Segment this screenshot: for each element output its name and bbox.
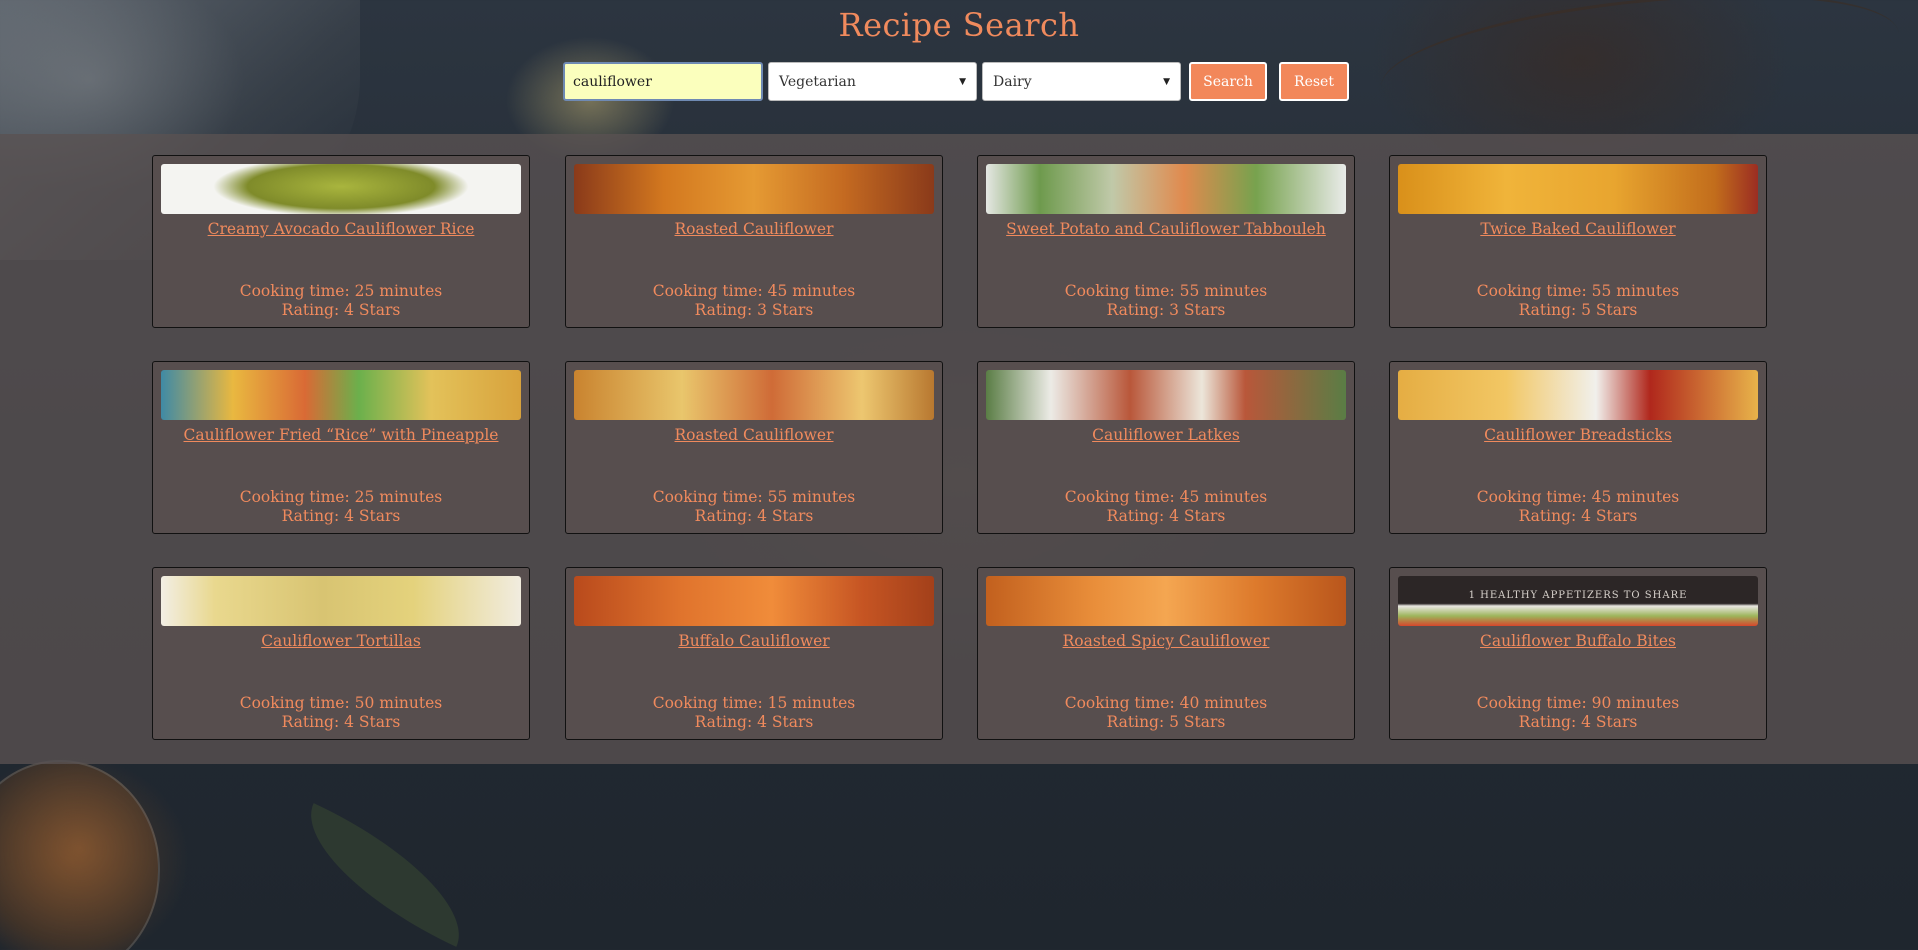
- recipe-meta: Cooking time: 45 minutes Rating: 3 Stars: [566, 282, 942, 320]
- page-title: Recipe Search: [838, 6, 1080, 44]
- recipe-meta: Cooking time: 45 minutes Rating: 4 Stars: [1390, 488, 1766, 526]
- rating: Rating: 4 Stars: [281, 507, 401, 525]
- cooking-time: Cooking time: 90 minutes: [1476, 694, 1680, 712]
- recipe-image[interactable]: [161, 164, 521, 214]
- rating: Rating: 4 Stars: [1518, 507, 1638, 525]
- recipe-meta: Cooking time: 90 minutes Rating: 4 Stars: [1390, 694, 1766, 732]
- recipe-image[interactable]: [986, 370, 1346, 420]
- rating: Rating: 4 Stars: [1518, 713, 1638, 731]
- search-bar: cauliflower Vegetarian ▼ Dairy ▼ Search …: [563, 62, 1349, 101]
- recipe-card: Cauliflower Tortillas Cooking time: 50 m…: [152, 567, 530, 740]
- recipe-meta: Cooking time: 15 minutes Rating: 4 Stars: [566, 694, 942, 732]
- cooking-time: Cooking time: 55 minutes: [1064, 282, 1268, 300]
- recipe-card: Sweet Potato and Cauliflower Tabbouleh C…: [977, 155, 1355, 328]
- rating: Rating: 4 Stars: [281, 713, 401, 731]
- recipe-title-link[interactable]: Cauliflower Tortillas: [157, 632, 525, 650]
- recipe-image[interactable]: [574, 370, 934, 420]
- recipe-image[interactable]: [574, 164, 934, 214]
- recipe-meta: Cooking time: 55 minutes Rating: 4 Stars: [566, 488, 942, 526]
- background-leaf: [284, 803, 486, 947]
- recipe-image[interactable]: [986, 164, 1346, 214]
- recipe-title-link[interactable]: Roasted Cauliflower: [570, 426, 938, 444]
- intolerance-select-value: Dairy: [993, 73, 1032, 90]
- recipe-title-link[interactable]: Buffalo Cauliflower: [570, 632, 938, 650]
- chevron-down-icon: ▼: [1163, 76, 1170, 87]
- recipe-image[interactable]: [986, 576, 1346, 626]
- recipe-title-link[interactable]: Cauliflower Buffalo Bites: [1394, 632, 1762, 650]
- recipe-card: Buffalo Cauliflower Cooking time: 15 min…: [565, 567, 943, 740]
- diet-select-value: Vegetarian: [779, 73, 856, 90]
- recipe-image[interactable]: 1 HEALTHY APPETIZERS TO SHARE: [1398, 576, 1758, 626]
- rating: Rating: 4 Stars: [1106, 507, 1226, 525]
- cooking-time: Cooking time: 45 minutes: [652, 282, 856, 300]
- recipe-card: Creamy Avocado Cauliflower Rice Cooking …: [152, 155, 530, 328]
- cooking-time: Cooking time: 45 minutes: [1476, 488, 1680, 506]
- recipe-card: Twice Baked Cauliflower Cooking time: 55…: [1389, 155, 1767, 328]
- background-cookies: [0, 760, 160, 950]
- recipe-card: Cauliflower Breadsticks Cooking time: 45…: [1389, 361, 1767, 534]
- cooking-time: Cooking time: 40 minutes: [1064, 694, 1268, 712]
- recipe-title-link[interactable]: Twice Baked Cauliflower: [1394, 220, 1762, 238]
- recipe-image[interactable]: [161, 576, 521, 626]
- recipe-meta: Cooking time: 40 minutes Rating: 5 Stars: [978, 694, 1354, 732]
- recipe-card: Cauliflower Fried “Rice” with Pineapple …: [152, 361, 530, 534]
- recipe-meta: Cooking time: 55 minutes Rating: 3 Stars: [978, 282, 1354, 320]
- diet-select[interactable]: Vegetarian ▼: [768, 62, 977, 101]
- cooking-time: Cooking time: 55 minutes: [652, 488, 856, 506]
- recipe-image[interactable]: [161, 370, 521, 420]
- recipe-meta: Cooking time: 50 minutes Rating: 4 Stars: [153, 694, 529, 732]
- search-input[interactable]: cauliflower: [563, 62, 763, 101]
- recipe-title-link[interactable]: Cauliflower Breadsticks: [1394, 426, 1762, 444]
- chevron-down-icon: ▼: [959, 76, 966, 87]
- cooking-time: Cooking time: 25 minutes: [239, 282, 443, 300]
- recipe-title-link[interactable]: Sweet Potato and Cauliflower Tabbouleh: [982, 220, 1350, 238]
- rating: Rating: 4 Stars: [694, 507, 814, 525]
- rating: Rating: 3 Stars: [1106, 301, 1226, 319]
- page-header: Recipe Search cauliflower Vegetarian ▼ D…: [0, 0, 1918, 134]
- recipe-card: Roasted Spicy Cauliflower Cooking time: …: [977, 567, 1355, 740]
- recipe-title-link[interactable]: Cauliflower Latkes: [982, 426, 1350, 444]
- recipe-title-link[interactable]: Cauliflower Fried “Rice” with Pineapple: [157, 426, 525, 444]
- recipe-image[interactable]: [1398, 370, 1758, 420]
- recipe-card: Cauliflower Latkes Cooking time: 45 minu…: [977, 361, 1355, 534]
- results-panel: Creamy Avocado Cauliflower Rice Cooking …: [0, 134, 1918, 764]
- recipe-image[interactable]: [1398, 164, 1758, 214]
- recipe-meta: Cooking time: 25 minutes Rating: 4 Stars: [153, 282, 529, 320]
- cooking-time: Cooking time: 45 minutes: [1064, 488, 1268, 506]
- recipe-meta: Cooking time: 55 minutes Rating: 5 Stars: [1390, 282, 1766, 320]
- search-button[interactable]: Search: [1189, 62, 1267, 101]
- cooking-time: Cooking time: 15 minutes: [652, 694, 856, 712]
- recipe-meta: Cooking time: 45 minutes Rating: 4 Stars: [978, 488, 1354, 526]
- cooking-time: Cooking time: 55 minutes: [1476, 282, 1680, 300]
- intolerance-select[interactable]: Dairy ▼: [982, 62, 1181, 101]
- rating: Rating: 4 Stars: [694, 713, 814, 731]
- rating: Rating: 5 Stars: [1518, 301, 1638, 319]
- recipe-title-link[interactable]: Roasted Cauliflower: [570, 220, 938, 238]
- rating: Rating: 3 Stars: [694, 301, 814, 319]
- recipe-card: Roasted Cauliflower Cooking time: 55 min…: [565, 361, 943, 534]
- reset-button[interactable]: Reset: [1279, 62, 1349, 101]
- recipe-image[interactable]: [574, 576, 934, 626]
- cooking-time: Cooking time: 25 minutes: [239, 488, 443, 506]
- cooking-time: Cooking time: 50 minutes: [239, 694, 443, 712]
- recipe-title-link[interactable]: Roasted Spicy Cauliflower: [982, 632, 1350, 650]
- rating: Rating: 5 Stars: [1106, 713, 1226, 731]
- recipe-meta: Cooking time: 25 minutes Rating: 4 Stars: [153, 488, 529, 526]
- recipe-title-link[interactable]: Creamy Avocado Cauliflower Rice: [157, 220, 525, 238]
- image-caption: 1 HEALTHY APPETIZERS TO SHARE: [1468, 590, 1688, 601]
- recipe-card: 1 HEALTHY APPETIZERS TO SHARE Cauliflowe…: [1389, 567, 1767, 740]
- recipe-card: Roasted Cauliflower Cooking time: 45 min…: [565, 155, 943, 328]
- rating: Rating: 4 Stars: [281, 301, 401, 319]
